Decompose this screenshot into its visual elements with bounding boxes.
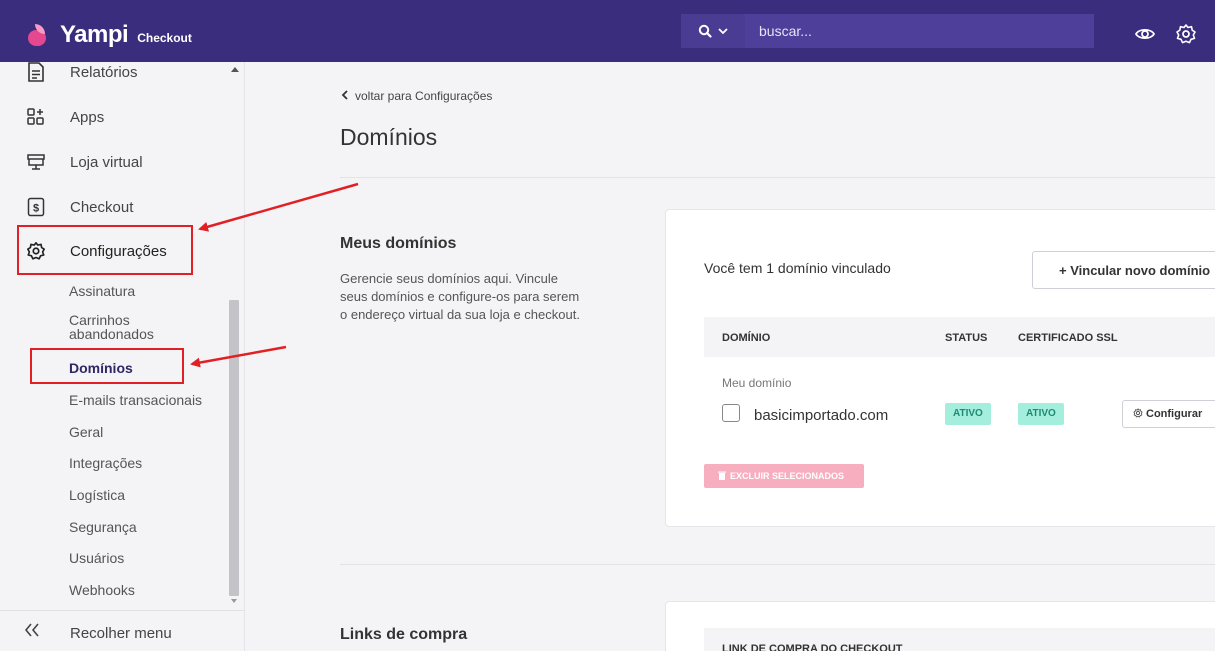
sidebar-item-label: Checkout <box>70 198 134 216</box>
search-icon <box>698 24 712 38</box>
search-input[interactable] <box>745 14 1094 48</box>
search-scope-toggle[interactable] <box>681 14 745 48</box>
checkout-links-table-header: LINK DE COMPRA DO CHECKOUT <box>704 628 1215 651</box>
report-icon <box>26 62 46 82</box>
section-description: Gerencie seus domínios aqui. Vincule seu… <box>340 271 580 322</box>
double-chevron-left-icon <box>24 623 40 642</box>
apps-icon <box>26 107 46 127</box>
sidebar-item-label: Apps <box>70 108 105 126</box>
collapse-menu-label: Recolher menu <box>70 625 172 642</box>
checkout-links-card: LINK DE COMPRA DO CHECKOUT <box>665 601 1215 651</box>
section-title-domains: Meus domínios <box>340 235 457 252</box>
store-icon <box>26 152 46 172</box>
column-header-ssl: CERTIFICADO SSL <box>1018 332 1118 344</box>
brand-subtitle: Checkout <box>137 31 192 45</box>
domains-card: Você tem 1 domínio vinculado + Vincular … <box>665 209 1215 527</box>
scroll-down-icon[interactable] <box>231 599 237 603</box>
gear-icon[interactable] <box>1175 23 1197 45</box>
sidebar-item-checkout[interactable]: $ Checkout <box>0 187 230 227</box>
brand[interactable]: Yampi Checkout <box>28 21 192 48</box>
back-to-settings-link[interactable]: voltar para Configurações <box>341 89 492 103</box>
divider <box>340 564 1215 565</box>
sidebar-subitem-seguranca[interactable]: Segurança <box>69 520 137 534</box>
sidebar-subitem-assinatura[interactable]: Assinatura <box>69 284 135 298</box>
section-title-links: Links de compra <box>340 626 468 643</box>
domains-table-header: DOMÍNIO STATUS CERTIFICADO SSL <box>704 317 1215 357</box>
sidebar-subitem-geral[interactable]: Geral <box>69 425 103 439</box>
sidebar-item-label: Loja virtual <box>70 153 143 171</box>
sidebar-subitem-usuarios[interactable]: Usuários <box>69 551 124 565</box>
page-title: Domínios <box>340 124 438 150</box>
trash-icon <box>718 471 726 480</box>
eye-icon[interactable] <box>1134 23 1156 45</box>
ssl-status-badge: ATIVO <box>1018 403 1064 425</box>
sidebar-subitem-carrinhos-abandonados[interactable]: Carrinhos abandonados <box>69 313 189 341</box>
domain-group-label: Meu domínio <box>722 376 792 390</box>
column-header-status: STATUS <box>945 332 988 344</box>
yampi-logo-icon <box>28 24 50 46</box>
highlight-box-configuracoes <box>17 225 193 275</box>
column-header-domain: DOMÍNIO <box>722 332 771 344</box>
domain-name: basicimportado.com <box>754 407 889 424</box>
brand-name: Yampi <box>60 21 129 48</box>
status-badge: ATIVO <box>945 403 991 425</box>
configure-domain-button[interactable]: Configurar <box>1122 400 1215 428</box>
sidebar-subitem-webhooks[interactable]: Webhooks <box>69 583 135 597</box>
delete-button-label: EXCLUIR SELECIONADOS <box>730 471 845 481</box>
domain-row-checkbox[interactable] <box>722 404 740 422</box>
back-link-label: voltar para Configurações <box>355 89 493 103</box>
sidebar-subitem-emails-transacionais[interactable]: E-mails transacionais <box>69 393 202 407</box>
configure-button-label: Configurar <box>1146 408 1203 420</box>
divider <box>340 177 1215 178</box>
sidebar-item-apps[interactable]: Apps <box>0 97 230 137</box>
highlight-box-dominios <box>30 348 184 384</box>
sidebar-subitem-integracoes[interactable]: Integrações <box>69 456 142 470</box>
search-bar <box>681 14 1094 48</box>
checkout-icon: $ <box>26 197 46 217</box>
delete-selected-button[interactable]: EXCLUIR SELECIONADOS <box>704 464 864 488</box>
gear-icon <box>1133 408 1143 418</box>
sidebar-subitem-logistica[interactable]: Logística <box>69 488 125 502</box>
chevron-left-icon <box>341 90 348 100</box>
scroll-up-icon[interactable] <box>231 67 239 72</box>
sidebar-scrollbar-thumb[interactable] <box>229 300 239 596</box>
domains-summary: Você tem 1 domínio vinculado <box>704 260 891 276</box>
chevron-down-icon <box>717 28 728 35</box>
collapse-menu-button[interactable]: Recolher menu <box>0 610 245 651</box>
add-domain-button[interactable]: + Vincular novo domínio <box>1032 251 1215 289</box>
sidebar-item-relatorios[interactable]: Relatórios <box>0 52 230 92</box>
sidebar-item-label: Relatórios <box>70 63 138 81</box>
sidebar-item-loja-virtual[interactable]: Loja virtual <box>0 142 230 182</box>
svg-text:$: $ <box>33 203 39 215</box>
column-header-checkout-link: LINK DE COMPRA DO CHECKOUT <box>722 643 903 651</box>
